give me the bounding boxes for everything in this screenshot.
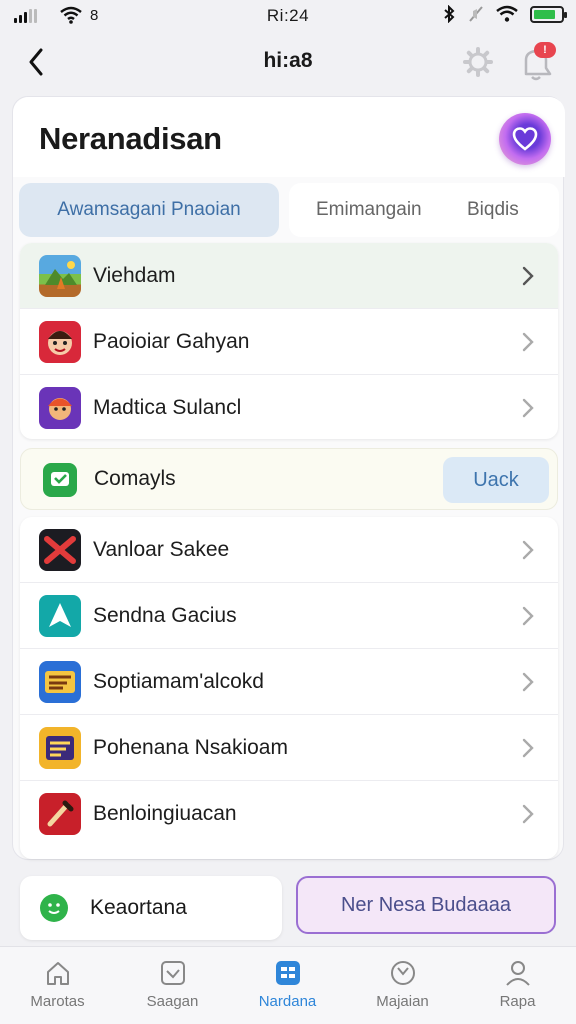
primary-action-label: Ner Nesa Budaaaa — [340, 893, 512, 916]
tab-label: Majaian — [376, 993, 429, 1010]
red-tool-icon — [39, 793, 81, 835]
list-item-label: Vanloar Sakee — [93, 537, 230, 561]
person-icon — [506, 961, 530, 986]
nav-bar: hi:a8 ! — [0, 38, 576, 86]
status-bar: 8 Ri:24 — [0, 0, 576, 34]
list-item[interactable]: Pohenana Nsakioam — [20, 715, 558, 781]
tab-primary[interactable]: Awamsagani Pnaoian — [19, 183, 279, 237]
tab-label: Marotas — [30, 993, 85, 1010]
connect-button-label: Uack — [473, 468, 519, 491]
list-item-label: Pohenana Nsakioam — [93, 735, 288, 759]
list-item-label: Soptiamam'alcokd — [93, 669, 264, 693]
list-item-label: Paoioiar Gahyan — [93, 329, 250, 353]
tab-primary-label: Awamsagani Pnaoian — [57, 199, 241, 220]
bluetooth-icon — [444, 5, 455, 23]
gear-icon — [463, 47, 493, 77]
tab-tertiary[interactable]: Biqdis — [467, 199, 519, 221]
app-list-group-a: Viehdam Paoioiar Gahyan Madtica Sulancl — [20, 243, 558, 439]
tab-home[interactable]: Marotas — [0, 947, 115, 1024]
list-item-label: Madtica Sulancl — [93, 396, 242, 419]
check-box-icon — [161, 961, 185, 985]
tab-bar: Marotas Saagan Nardana Majaian Rapa — [0, 946, 576, 1024]
list-item[interactable]: Vanloar Sakee — [20, 517, 558, 583]
tab-label: Rapa — [499, 993, 536, 1010]
green-app-icon — [43, 463, 77, 497]
tab-profile[interactable]: Rapa — [460, 947, 575, 1024]
smile-status-icon — [40, 894, 68, 922]
home-icon — [47, 962, 69, 985]
notification-badge: ! — [534, 42, 556, 58]
tab-secondary-group: Emimangain Biqdis — [289, 183, 559, 237]
blue-game-icon — [39, 660, 81, 703]
clock-icon — [391, 961, 415, 985]
tab-clock[interactable]: Majaian — [345, 947, 460, 1024]
tab-label: Nardana — [258, 993, 317, 1010]
list-item-label: Benloingiuacan — [93, 802, 237, 825]
connect-button[interactable]: Uack — [443, 457, 549, 503]
app-list-group-b: Vanloar Sakee Sendna Gacius Soptiamam'al… — [20, 517, 558, 859]
status-action-label: Keaortana — [90, 896, 187, 919]
purple-character-icon — [39, 387, 81, 429]
tab-label: Saagan — [146, 993, 199, 1010]
primary-action-button[interactable]: Ner Nesa Budaaaa — [296, 876, 556, 934]
game-landscape-icon — [39, 254, 81, 297]
main-card: Neranadisan Awamsagani Pnaoian Emimangai… — [12, 96, 565, 860]
page-title: Neranadisan — [39, 121, 222, 156]
avatar[interactable] — [499, 113, 551, 165]
connect-card: Comayls Uack — [20, 448, 558, 510]
heart-icon — [512, 127, 538, 151]
list-item[interactable]: Sendna Gacius — [20, 583, 558, 649]
teal-a-icon — [39, 594, 81, 637]
list-item[interactable]: Paoioiar Gahyan — [20, 309, 558, 375]
tab-grid[interactable]: Nardana — [230, 947, 345, 1024]
list-item[interactable]: Soptiamam'alcokd — [20, 649, 558, 715]
wifi-status-icon — [496, 5, 518, 22]
battery-icon — [530, 5, 567, 23]
chevron-right-icon — [522, 540, 534, 560]
status-action-card[interactable]: Keaortana — [20, 876, 282, 940]
tab-secondary[interactable]: Emimangain — [316, 199, 422, 221]
settings-button[interactable] — [460, 44, 496, 80]
chevron-right-icon — [522, 672, 534, 692]
chevron-right-icon — [522, 398, 534, 418]
chevron-right-icon — [522, 332, 534, 352]
notifications-button[interactable]: ! — [518, 42, 560, 82]
tab-check[interactable]: Saagan — [115, 947, 230, 1024]
red-character-icon — [39, 320, 81, 363]
list-item[interactable]: Madtica Sulancl — [20, 375, 558, 439]
list-item[interactable]: Viehdam — [20, 243, 558, 309]
chevron-right-icon — [522, 738, 534, 758]
chevron-right-icon — [522, 606, 534, 626]
chevron-right-icon — [522, 804, 534, 824]
header-row: Neranadisan — [13, 97, 565, 177]
grid-icon — [276, 961, 300, 985]
list-item-label: Viehdam — [93, 263, 176, 287]
chevron-right-icon — [522, 266, 534, 286]
black-red-x-icon — [39, 528, 81, 571]
battery-level — [534, 9, 555, 19]
list-item-label: Sendna Gacius — [93, 603, 237, 627]
yellow-game-icon — [39, 726, 81, 769]
list-item[interactable]: Benloingiuacan — [20, 781, 558, 847]
segmented-tabs: Awamsagani Pnaoian Emimangain Biqdis — [19, 183, 559, 237]
connect-label: Comayls — [94, 467, 176, 490]
mute-icon — [469, 6, 483, 22]
